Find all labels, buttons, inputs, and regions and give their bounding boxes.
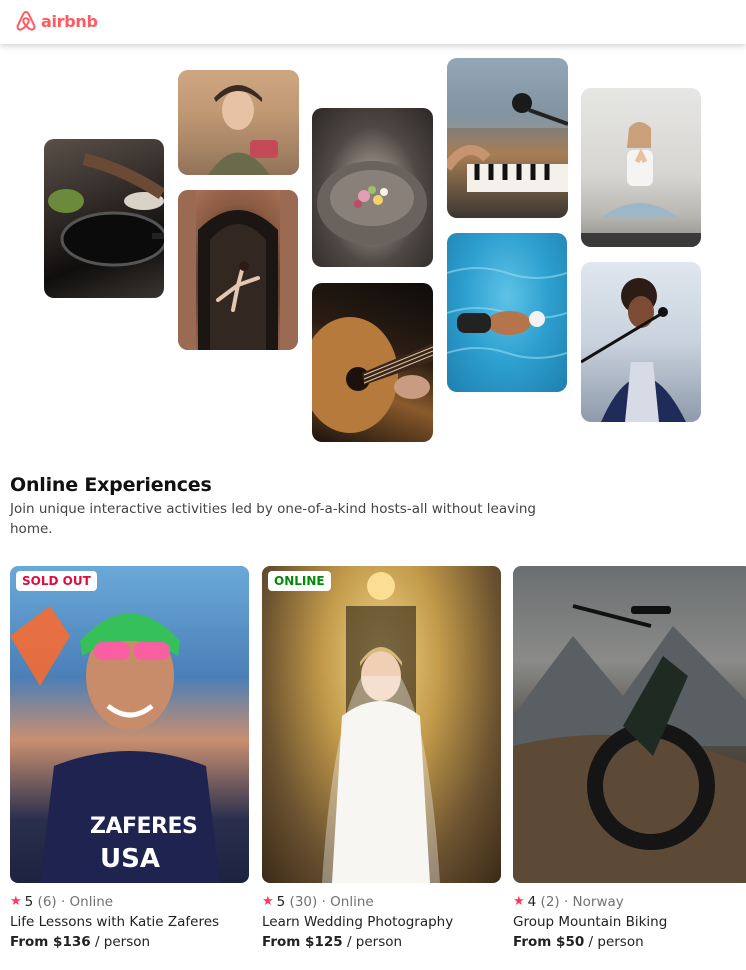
- rating-row: ★ 4 (2) · Norway: [513, 892, 746, 912]
- microphone-piano-photo[interactable]: [447, 58, 568, 218]
- price-unit: / person: [94, 934, 151, 950]
- shirt-text-line-2: USA: [100, 844, 160, 874]
- star-icon: ★: [262, 894, 274, 909]
- food-bowl-photo[interactable]: [312, 108, 433, 267]
- status-badge: SOLD OUT: [16, 571, 97, 591]
- section-title: Online Experiences: [10, 474, 212, 496]
- cooking-photo[interactable]: [44, 139, 164, 298]
- location-label: · Online: [321, 894, 374, 910]
- price-value: From $50: [513, 934, 585, 950]
- price-value: From $136: [10, 934, 91, 950]
- airbnb-logo-link[interactable]: airbnb: [14, 9, 98, 33]
- rating-value: 4: [527, 894, 537, 910]
- rating-value: 5: [24, 894, 34, 910]
- section-subtitle: Join unique interactive activities led b…: [10, 501, 536, 537]
- price-row: From $125 / person: [262, 932, 501, 952]
- rating-row: ★ 5 (6) · Online: [10, 892, 249, 912]
- experience-title[interactable]: Group Mountain Biking: [513, 912, 746, 932]
- singer-photo[interactable]: [581, 262, 701, 422]
- location-label: · Online: [60, 894, 114, 910]
- logo-wordmark: airbnb: [41, 11, 98, 31]
- experience-card-image[interactable]: ZAFERES USA SOLD OUT: [10, 566, 249, 883]
- dancer-photo[interactable]: [178, 190, 298, 350]
- experience-card[interactable]: ZAFERES USA SOLD OUT ★ 5 (6) · Online Li…: [10, 566, 249, 952]
- star-icon: ★: [513, 894, 525, 909]
- experience-card-image[interactable]: ONLINE: [262, 566, 501, 883]
- swimmer-photo[interactable]: [447, 233, 567, 392]
- price-unit: / person: [346, 934, 403, 950]
- experience-card[interactable]: ONLINE ★ 5 (30) · Online Learn Wedding P…: [262, 566, 501, 952]
- price-row: From $50 / person: [513, 932, 746, 952]
- price-unit: / person: [588, 934, 644, 950]
- experience-title[interactable]: Learn Wedding Photography: [262, 912, 501, 932]
- review-count: (6): [37, 894, 57, 910]
- rating-value: 5: [276, 894, 286, 910]
- review-count: (2): [540, 894, 560, 910]
- experience-card[interactable]: ★ 4 (2) · Norway Group Mountain Biking F…: [513, 566, 746, 952]
- price-row: From $136 / person: [10, 932, 249, 952]
- top-navigation-bar: airbnb: [0, 0, 746, 44]
- yoga-photo[interactable]: [581, 88, 701, 247]
- price-value: From $125: [262, 934, 343, 950]
- review-count: (30): [289, 894, 318, 910]
- rating-row: ★ 5 (30) · Online: [262, 892, 501, 912]
- portrait-woman-photo[interactable]: [178, 70, 299, 175]
- location-label: · Norway: [563, 894, 624, 910]
- star-icon: ★: [10, 894, 22, 909]
- experience-title[interactable]: Life Lessons with Katie Zaferes: [10, 912, 249, 932]
- airbnb-logo-icon: [16, 11, 36, 31]
- guitar-photo[interactable]: [312, 283, 433, 442]
- shirt-text-line-1: ZAFERES: [90, 814, 198, 839]
- status-badge: ONLINE: [268, 571, 331, 591]
- experience-card-image[interactable]: [513, 566, 746, 883]
